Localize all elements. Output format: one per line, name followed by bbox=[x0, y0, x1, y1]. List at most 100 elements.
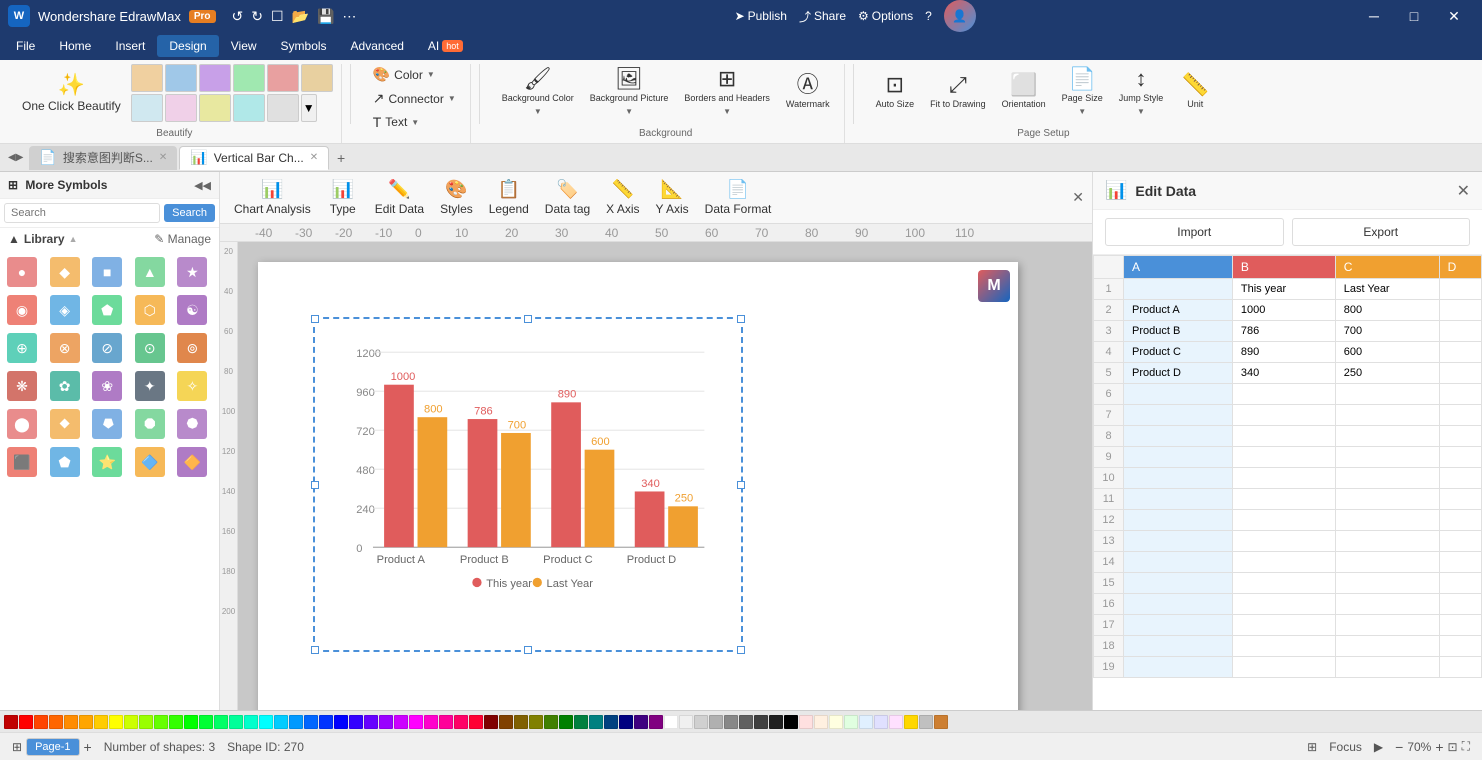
cell-a[interactable] bbox=[1124, 468, 1233, 489]
symbol-item[interactable]: ⯄ bbox=[174, 406, 210, 442]
color-swatch[interactable] bbox=[649, 715, 663, 729]
connector-btn[interactable]: ↗ Connector ▼ bbox=[367, 88, 462, 109]
cell-a[interactable] bbox=[1124, 510, 1233, 531]
symbol-item[interactable]: ◈ bbox=[47, 292, 83, 328]
cell-a[interactable]: Product C bbox=[1124, 342, 1233, 363]
symbol-item[interactable]: ⭐ bbox=[89, 444, 125, 480]
orientation-btn[interactable]: ⬜ Orientation bbox=[996, 70, 1052, 113]
cell-c[interactable]: 600 bbox=[1335, 342, 1439, 363]
symbol-item[interactable]: ⬡ bbox=[132, 292, 168, 328]
symbol-item[interactable]: ⊙ bbox=[132, 330, 168, 366]
cell-d[interactable] bbox=[1439, 300, 1481, 321]
save-btn[interactable]: 💾 bbox=[317, 8, 334, 25]
color-swatch[interactable] bbox=[154, 715, 168, 729]
cell-d[interactable] bbox=[1439, 342, 1481, 363]
cell-a[interactable]: Product D bbox=[1124, 363, 1233, 384]
unit-btn[interactable]: 📏 Unit bbox=[1173, 70, 1217, 113]
tab-2-close[interactable]: ✕ bbox=[310, 152, 318, 163]
maximize-btn[interactable]: □ bbox=[1394, 0, 1434, 32]
color-swatch[interactable] bbox=[79, 715, 93, 729]
cell-c[interactable] bbox=[1335, 573, 1439, 594]
cell-c[interactable]: 800 bbox=[1335, 300, 1439, 321]
cell-b[interactable] bbox=[1232, 594, 1335, 615]
color-swatch[interactable] bbox=[244, 715, 258, 729]
handle-bm[interactable] bbox=[524, 646, 532, 654]
color-swatch[interactable] bbox=[454, 715, 468, 729]
color-swatch[interactable] bbox=[634, 715, 648, 729]
cell-d[interactable] bbox=[1439, 405, 1481, 426]
cell-b[interactable] bbox=[1232, 657, 1335, 678]
color-swatch[interactable] bbox=[304, 715, 318, 729]
tab-1-close[interactable]: ✕ bbox=[159, 152, 167, 163]
share-btn[interactable]: ⤴ Share bbox=[799, 8, 846, 25]
cell-b[interactable] bbox=[1232, 468, 1335, 489]
template-8[interactable] bbox=[165, 94, 197, 122]
cell-c[interactable] bbox=[1335, 468, 1439, 489]
library-collapse-icon[interactable]: ▲ bbox=[69, 234, 78, 244]
search-button[interactable]: Search bbox=[164, 204, 215, 222]
search-input[interactable] bbox=[4, 203, 160, 223]
cell-b[interactable]: This year bbox=[1232, 279, 1335, 300]
cell-d[interactable] bbox=[1439, 468, 1481, 489]
menu-insert[interactable]: Insert bbox=[103, 35, 157, 57]
cell-b[interactable]: 890 bbox=[1232, 342, 1335, 363]
jump-style-btn[interactable]: ↕ Jump Style ▼ bbox=[1113, 64, 1170, 120]
publish-btn[interactable]: ➤ Publish bbox=[735, 9, 787, 23]
zoom-in-btn[interactable]: + bbox=[1435, 739, 1443, 755]
menu-view[interactable]: View bbox=[219, 35, 269, 57]
borders-headers-btn[interactable]: ⊞ Borders and Headers ▼ bbox=[678, 64, 776, 120]
new-btn[interactable]: ☐ bbox=[271, 8, 284, 25]
symbol-item[interactable]: ⊚ bbox=[174, 330, 210, 366]
cell-d[interactable] bbox=[1439, 363, 1481, 384]
cell-d[interactable] bbox=[1439, 657, 1481, 678]
chart-analysis-btn[interactable]: 📊 Chart Analysis bbox=[228, 176, 317, 219]
color-swatch[interactable] bbox=[739, 715, 753, 729]
color-swatch[interactable] bbox=[694, 715, 708, 729]
color-swatch[interactable] bbox=[289, 715, 303, 729]
cell-b[interactable] bbox=[1232, 636, 1335, 657]
symbol-item[interactable]: ⬟ bbox=[47, 444, 83, 480]
symbol-item[interactable]: ✧ bbox=[174, 368, 210, 404]
color-swatch[interactable] bbox=[34, 715, 48, 729]
color-swatch[interactable] bbox=[319, 715, 333, 729]
color-swatch[interactable] bbox=[814, 715, 828, 729]
chart-x-axis-btn[interactable]: 📏 X Axis bbox=[600, 176, 645, 219]
menu-file[interactable]: File bbox=[4, 35, 47, 57]
handle-ml[interactable] bbox=[311, 481, 319, 489]
color-swatch[interactable] bbox=[394, 715, 408, 729]
color-swatch[interactable] bbox=[64, 715, 78, 729]
color-swatch[interactable] bbox=[124, 715, 138, 729]
symbol-item[interactable]: ⯃ bbox=[132, 406, 168, 442]
symbol-item[interactable]: ❋ bbox=[4, 368, 40, 404]
cell-d[interactable] bbox=[1439, 321, 1481, 342]
cell-b[interactable]: 786 bbox=[1232, 321, 1335, 342]
symbol-item[interactable]: ⯂ bbox=[89, 406, 125, 442]
cell-a[interactable] bbox=[1124, 447, 1233, 468]
cell-c[interactable] bbox=[1335, 552, 1439, 573]
chart-data-format-btn[interactable]: 📄 Data Format bbox=[699, 176, 778, 219]
cell-a[interactable] bbox=[1124, 531, 1233, 552]
color-swatch[interactable] bbox=[259, 715, 273, 729]
more-btn[interactable]: ⋯ bbox=[342, 8, 356, 25]
cell-b[interactable] bbox=[1232, 531, 1335, 552]
minimize-btn[interactable]: ─ bbox=[1354, 0, 1394, 32]
close-btn[interactable]: ✕ bbox=[1434, 0, 1474, 32]
add-page-btn[interactable]: + bbox=[84, 739, 92, 755]
color-swatch[interactable] bbox=[199, 715, 213, 729]
tab-1[interactable]: 📄 搜索意图判断S... ✕ bbox=[29, 146, 177, 170]
color-swatch[interactable] bbox=[664, 715, 678, 729]
color-swatch[interactable] bbox=[139, 715, 153, 729]
cell-c[interactable] bbox=[1335, 636, 1439, 657]
cell-b[interactable] bbox=[1232, 489, 1335, 510]
color-swatch[interactable] bbox=[769, 715, 783, 729]
tabs-scroll-right[interactable]: ▶ bbox=[16, 152, 24, 163]
handle-tl[interactable] bbox=[311, 315, 319, 323]
color-swatch[interactable] bbox=[499, 715, 513, 729]
symbol-item[interactable]: ⯁ bbox=[47, 406, 83, 442]
cell-c[interactable] bbox=[1335, 657, 1439, 678]
options-btn[interactable]: ⚙ Options bbox=[858, 9, 913, 23]
symbol-item[interactable]: ■ bbox=[89, 254, 125, 290]
chart-edit-data-btn[interactable]: ✏️ Edit Data bbox=[369, 176, 430, 219]
cell-b[interactable] bbox=[1232, 573, 1335, 594]
cell-d[interactable] bbox=[1439, 615, 1481, 636]
